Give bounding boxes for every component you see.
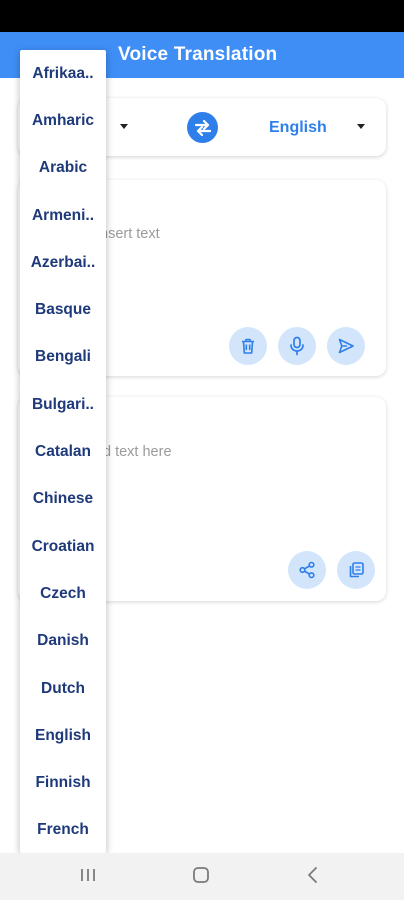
dropdown-option[interactable]: Armeni.. (20, 192, 106, 239)
dropdown-option[interactable]: Afrikaa.. (20, 50, 106, 97)
dropdown-option[interactable]: Bengali (20, 334, 106, 381)
copy-icon (349, 562, 364, 578)
app-title: Voice Translation (118, 44, 278, 65)
target-language-dropdown-arrow-icon[interactable] (357, 124, 365, 129)
send-button[interactable] (327, 327, 365, 365)
dropdown-option[interactable]: Croatian (20, 523, 106, 570)
dropdown-option[interactable]: Czech (20, 570, 106, 617)
dropdown-option[interactable]: Basque (20, 286, 106, 333)
recent-apps-icon (81, 869, 95, 881)
home-button[interactable] (191, 864, 211, 891)
send-icon (338, 338, 354, 354)
swap-languages-button[interactable] (187, 112, 218, 143)
target-language-label[interactable]: English (269, 119, 327, 137)
dropdown-option[interactable]: Azerbai.. (20, 239, 106, 286)
dropdown-option[interactable]: English (20, 712, 106, 759)
source-language-dropdown-arrow-icon[interactable] (120, 124, 128, 129)
translated-text-field: d text here (103, 444, 172, 460)
language-dropdown-menu[interactable]: Afrikaa.. Amharic Arabic Armeni.. Azerba… (20, 50, 106, 853)
dropdown-option[interactable]: Danish (20, 618, 106, 665)
dropdown-option[interactable]: Chinese (20, 476, 106, 523)
back-button[interactable] (305, 864, 321, 891)
share-button[interactable] (288, 551, 326, 589)
swap-arrows-icon (194, 119, 211, 136)
dropdown-option[interactable]: French (20, 807, 106, 853)
delete-button[interactable] (229, 327, 267, 365)
status-bar (0, 0, 404, 32)
input-text-field[interactable]: nsert text (100, 226, 160, 242)
microphone-button[interactable] (278, 327, 316, 365)
dropdown-option[interactable]: Dutch (20, 665, 106, 712)
trash-icon (242, 338, 254, 354)
dropdown-option[interactable]: Bulgari.. (20, 381, 106, 428)
share-icon (299, 561, 315, 579)
dropdown-option[interactable]: Amharic (20, 97, 106, 144)
dropdown-option[interactable]: Catalan (20, 428, 106, 475)
recent-apps-button[interactable] (79, 864, 97, 891)
dropdown-option[interactable]: Arabic (20, 145, 106, 192)
back-chevron-icon (308, 867, 317, 883)
dropdown-option[interactable]: Finnish (20, 759, 106, 806)
microphone-icon (290, 336, 304, 356)
copy-button[interactable] (337, 551, 375, 589)
home-icon (193, 867, 209, 883)
